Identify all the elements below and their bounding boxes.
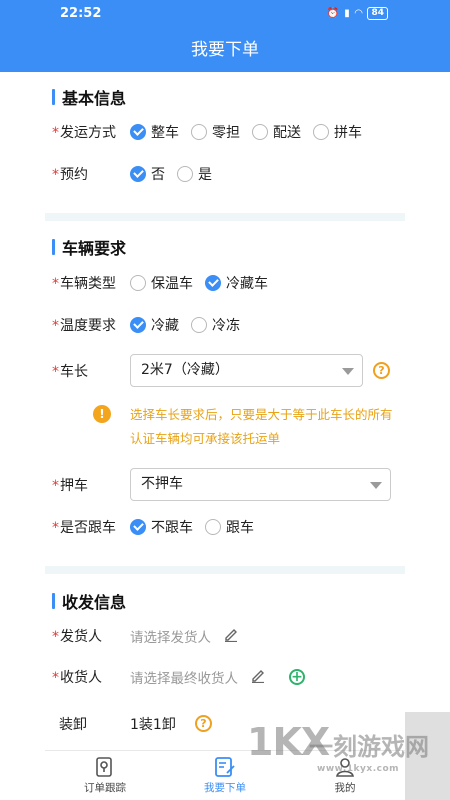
chevron-down-icon (342, 368, 354, 375)
section-accent-bar (52, 593, 55, 609)
vehicle-length-label: *车长 (52, 364, 88, 380)
vehicle-length-notice: 选择车长要求后，只要是大于等于此车长的所有认证车辆均可承接该托运单 (130, 407, 393, 446)
radio-icon[interactable] (191, 317, 207, 333)
radio-icon[interactable] (205, 519, 221, 535)
vehicle-length-select[interactable]: 2米7（冷藏） (130, 354, 363, 387)
follow-label: *是否跟车 (52, 520, 116, 536)
sender-label: *发货人 (52, 629, 102, 645)
warning-icon: ! (93, 405, 111, 423)
section-vehicle-label: 车辆要求 (62, 239, 127, 258)
appointment-option-yes[interactable]: 是 (177, 164, 212, 184)
ship-method-option-delivery[interactable]: 配送 (252, 122, 301, 142)
section-accent-bar (52, 239, 55, 255)
sender-row: *发货人 请选择发货人 (52, 624, 239, 648)
radio-checked-icon[interactable] (130, 317, 146, 333)
radio-checked-icon[interactable] (205, 275, 221, 291)
radio-icon[interactable] (130, 275, 146, 291)
follow-option-no[interactable]: 不跟车 (130, 517, 193, 537)
appointment-option-no[interactable]: 否 (130, 164, 165, 184)
edit-icon[interactable] (223, 626, 239, 646)
add-receiver-icon[interactable]: + (289, 669, 305, 685)
vehicle-type-option-refrigerated[interactable]: 冷藏车 (205, 273, 268, 293)
tab-order-tracking[interactable]: 订单跟踪 (60, 755, 150, 795)
alarm-icon: ⏰ (326, 8, 340, 19)
section-vehicle-title: 车辆要求 (52, 235, 126, 259)
escort-value: 不押车 (141, 476, 183, 492)
appointment-row: *预约 否 是 (52, 162, 224, 186)
receiver-row: *收货人 请选择最终收货人 (52, 665, 266, 689)
sender-field[interactable]: 请选择发货人 (130, 626, 211, 646)
vehicle-length-value: 2米7（冷藏） (141, 362, 229, 378)
loading-label: 装卸 (59, 717, 87, 733)
radio-icon[interactable] (313, 124, 329, 140)
radio-icon[interactable] (177, 166, 193, 182)
vehicle-length-help-icon[interactable]: ? (373, 362, 390, 379)
chevron-down-icon (370, 482, 382, 489)
ship-method-label: *发运方式 (52, 125, 116, 141)
loading-help-icon[interactable]: ? (195, 715, 212, 732)
section-shipping-label: 收发信息 (62, 593, 127, 612)
loading-row: 装卸 1装1卸 (52, 712, 176, 736)
battery-icon: 84 (367, 7, 388, 20)
radio-checked-icon[interactable] (130, 166, 146, 182)
app-bar: 我要下单 (0, 28, 450, 72)
temperature-row: *温度要求 冷藏 冷冻 (52, 313, 252, 337)
vehicle-type-label: *车辆类型 (52, 276, 116, 292)
status-bar: 22:52 ⏰ ▮ ◠ 84 (0, 0, 450, 28)
status-time: 22:52 (60, 6, 102, 21)
temperature-option-chilled[interactable]: 冷藏 (130, 315, 179, 335)
temperature-option-frozen[interactable]: 冷冻 (191, 315, 240, 335)
ship-method-option-share[interactable]: 拼车 (313, 122, 362, 142)
escort-label: *押车 (52, 478, 88, 494)
receiver-label: *收货人 (52, 670, 102, 686)
receiver-field[interactable]: 请选择最终收货人 (130, 667, 238, 687)
loading-value: 1装1卸 (130, 717, 176, 733)
follow-option-yes[interactable]: 跟车 (205, 517, 254, 537)
status-icons: ⏰ ▮ ◠ 84 (327, 7, 388, 20)
ship-method-row: *发运方式 整车 零担 配送 拼车 (52, 120, 374, 144)
radio-checked-icon[interactable] (130, 124, 146, 140)
section-divider (45, 213, 405, 221)
signal-icon: ▮ (344, 8, 350, 19)
page-title: 我要下单 (191, 40, 259, 60)
edit-icon[interactable] (250, 667, 266, 687)
section-basic-title: 基本信息 (52, 85, 126, 109)
escort-row: *押车 (52, 473, 130, 497)
escort-select[interactable]: 不押车 (130, 468, 391, 501)
ship-method-option-ltl[interactable]: 零担 (191, 122, 240, 142)
edit-doc-icon (215, 757, 235, 777)
site-watermark: 1KX 一刻游戏网 www.1kyx.com (247, 712, 450, 800)
location-doc-icon (96, 757, 112, 777)
section-accent-bar (52, 89, 55, 105)
section-basic-label: 基本信息 (62, 89, 127, 108)
follow-row: *是否跟车 不跟车 跟车 (52, 515, 266, 539)
section-divider (45, 566, 405, 574)
section-shipping-title: 收发信息 (52, 589, 126, 613)
watermark-site-name: 一刻游戏网 (309, 733, 429, 761)
watermark-url: www.1kyx.com (317, 764, 400, 774)
wifi-icon: ◠ (354, 8, 363, 19)
radio-checked-icon[interactable] (130, 519, 146, 535)
vehicle-type-row: *车辆类型 保温车 冷藏车 (52, 271, 280, 295)
ship-method-option-full[interactable]: 整车 (130, 122, 179, 142)
radio-icon[interactable] (252, 124, 268, 140)
appointment-label: *预约 (52, 167, 88, 183)
radio-icon[interactable] (191, 124, 207, 140)
vehicle-length-row: *车长 (52, 359, 130, 383)
temperature-label: *温度要求 (52, 318, 116, 334)
vehicle-type-option-insulated[interactable]: 保温车 (130, 273, 193, 293)
